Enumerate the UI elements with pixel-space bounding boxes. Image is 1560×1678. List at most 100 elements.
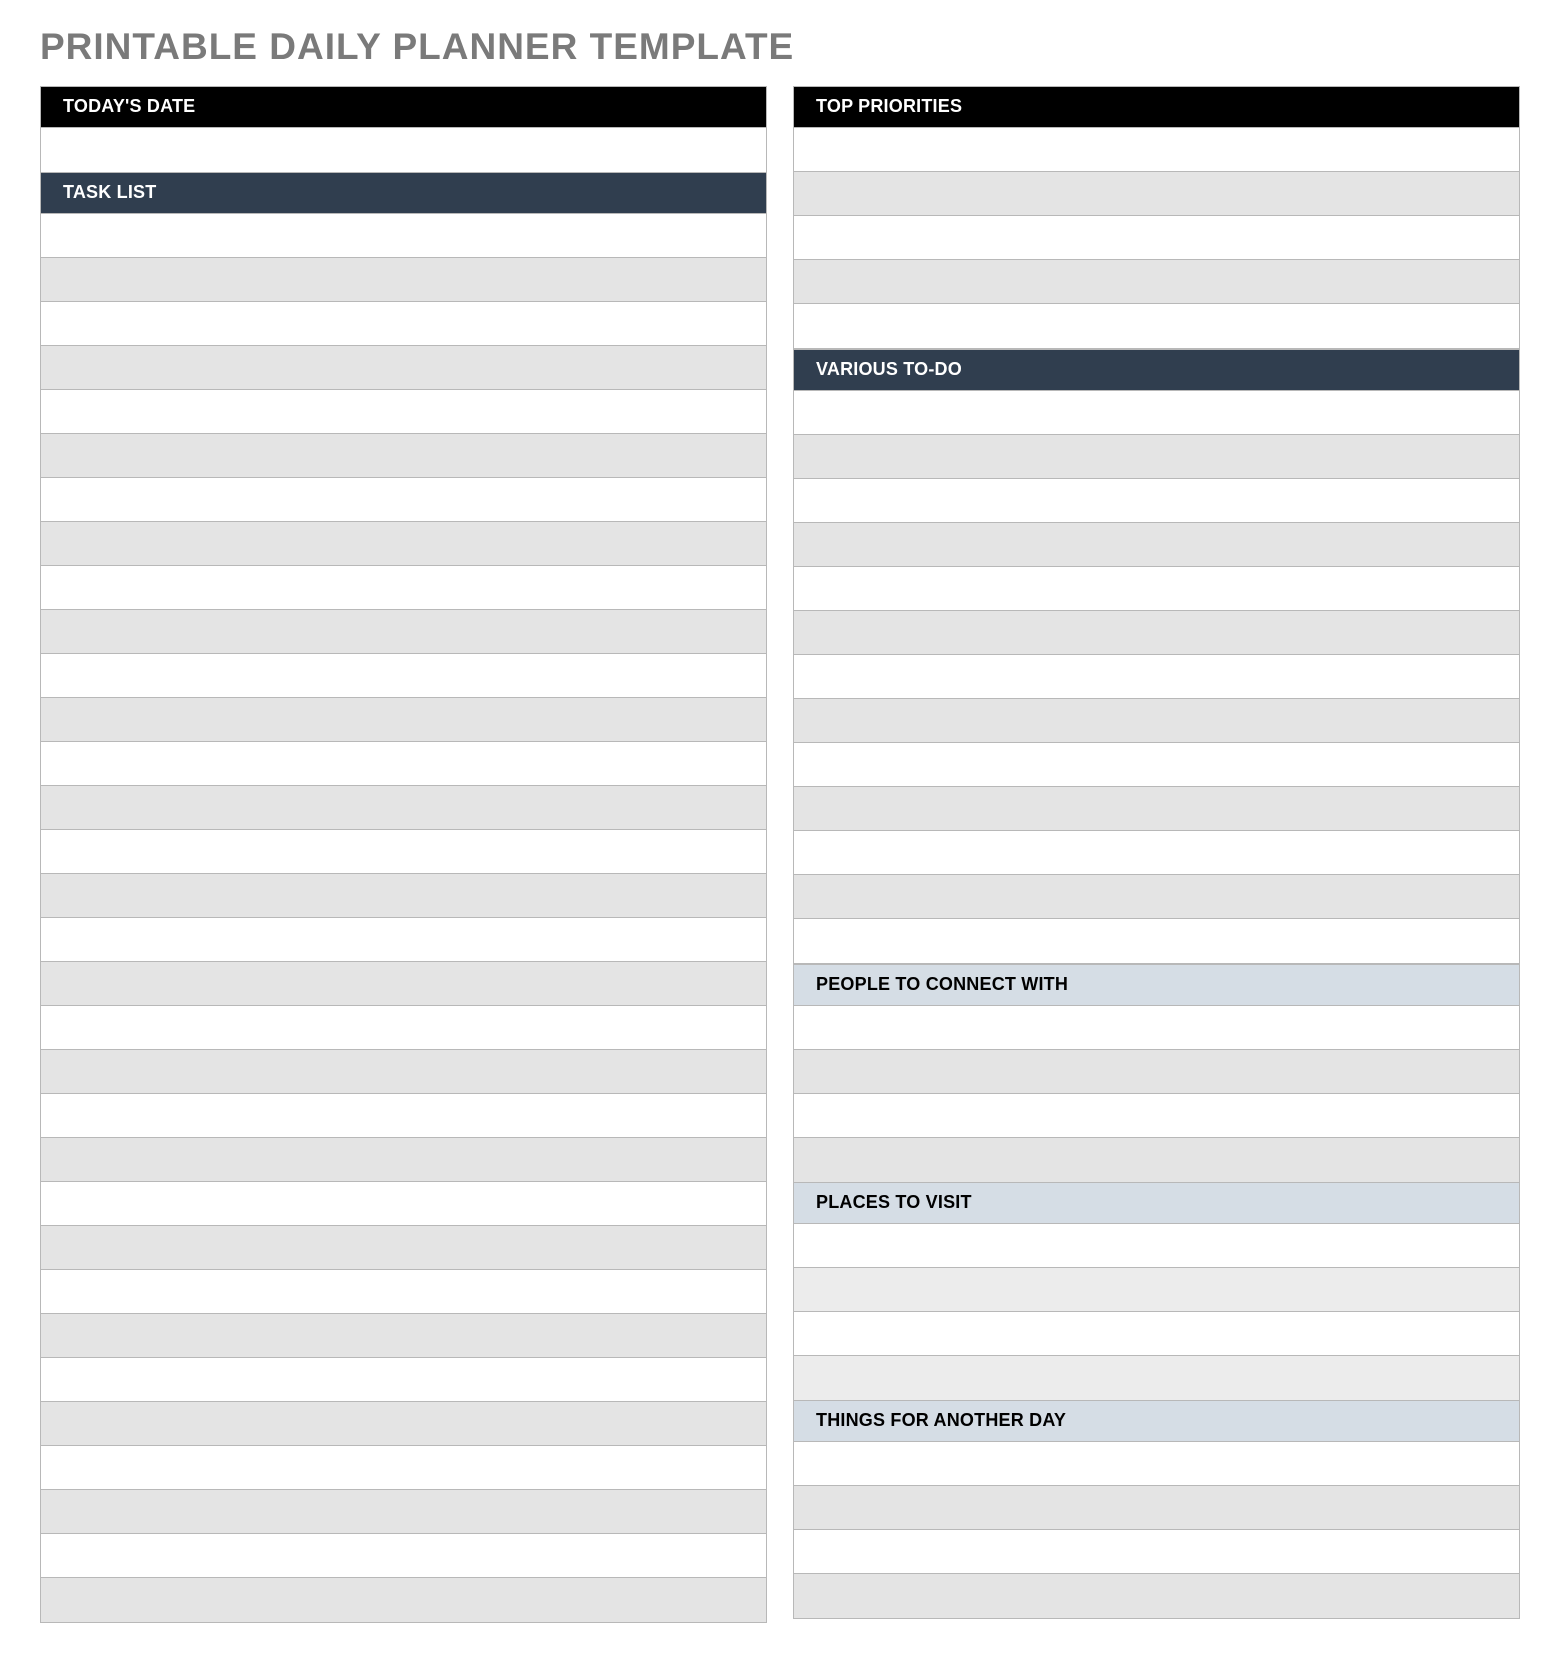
task-list-row — [41, 1270, 766, 1314]
top-priorities-input[interactable] — [812, 172, 1501, 215]
things-another-day-row — [794, 1530, 1519, 1574]
various-todo-row — [794, 831, 1519, 875]
places-visit-row — [794, 1268, 1519, 1312]
places-visit-header: PLACES TO VISIT — [794, 1183, 1519, 1224]
things-another-day-input[interactable] — [812, 1530, 1501, 1573]
task-list-input[interactable] — [59, 1490, 748, 1533]
various-todo-input[interactable] — [812, 655, 1501, 698]
task-list-input[interactable] — [59, 1094, 748, 1137]
various-todo-input[interactable] — [812, 391, 1501, 434]
various-todo-input[interactable] — [812, 479, 1501, 522]
task-list-input[interactable] — [59, 698, 748, 741]
people-connect-row — [794, 1006, 1519, 1050]
task-list-input[interactable] — [59, 214, 748, 257]
task-list-input[interactable] — [59, 1270, 748, 1313]
task-list-row — [41, 654, 766, 698]
people-connect-input[interactable] — [812, 1006, 1501, 1049]
people-connect-input[interactable] — [812, 1094, 1501, 1137]
task-list-input[interactable] — [59, 1138, 748, 1181]
todays-date-input[interactable] — [59, 128, 748, 172]
task-list-input[interactable] — [59, 610, 748, 653]
task-list-row — [41, 1358, 766, 1402]
task-list-row — [41, 214, 766, 258]
places-visit-input[interactable] — [812, 1224, 1501, 1267]
task-list-input[interactable] — [59, 1578, 748, 1622]
task-list-input[interactable] — [59, 1006, 748, 1049]
various-todo-input[interactable] — [812, 435, 1501, 478]
top-priorities-row — [794, 128, 1519, 172]
things-another-day-row — [794, 1574, 1519, 1618]
task-list-header: TASK LIST — [41, 173, 766, 214]
people-connect-row — [794, 1138, 1519, 1182]
people-connect-row — [794, 1094, 1519, 1138]
task-list-input[interactable] — [59, 1314, 748, 1357]
task-list-input[interactable] — [59, 1446, 748, 1489]
various-todo-input[interactable] — [812, 611, 1501, 654]
task-list-input[interactable] — [59, 566, 748, 609]
task-list-row — [41, 1050, 766, 1094]
various-todo-input[interactable] — [812, 567, 1501, 610]
places-visit-row — [794, 1312, 1519, 1356]
various-todo-input[interactable] — [812, 787, 1501, 830]
task-list-input[interactable] — [59, 874, 748, 917]
top-priorities-input[interactable] — [812, 260, 1501, 303]
places-visit-input[interactable] — [812, 1356, 1501, 1400]
top-priorities-input[interactable] — [812, 216, 1501, 259]
task-list-input[interactable] — [59, 1358, 748, 1401]
various-todo-input[interactable] — [812, 875, 1501, 918]
people-connect-input[interactable] — [812, 1050, 1501, 1093]
task-list-input[interactable] — [59, 1226, 748, 1269]
various-todo-input[interactable] — [812, 743, 1501, 786]
things-another-day-input[interactable] — [812, 1442, 1501, 1485]
task-list-block: TASK LIST — [40, 173, 767, 1623]
task-list-row — [41, 566, 766, 610]
task-list-input[interactable] — [59, 654, 748, 697]
various-todo-input[interactable] — [812, 523, 1501, 566]
task-list-input[interactable] — [59, 390, 748, 433]
task-list-row — [41, 522, 766, 566]
places-visit-rows — [794, 1224, 1519, 1400]
people-connect-input[interactable] — [812, 1138, 1501, 1182]
various-todo-row — [794, 919, 1519, 963]
things-another-day-header: THINGS FOR ANOTHER DAY — [794, 1401, 1519, 1442]
various-todo-input[interactable] — [812, 831, 1501, 874]
task-list-input[interactable] — [59, 786, 748, 829]
task-list-row — [41, 962, 766, 1006]
top-priorities-header: TOP PRIORITIES — [794, 87, 1519, 128]
task-list-row — [41, 434, 766, 478]
various-todo-input[interactable] — [812, 699, 1501, 742]
various-todo-row — [794, 787, 1519, 831]
places-visit-input[interactable] — [812, 1312, 1501, 1355]
task-list-input[interactable] — [59, 258, 748, 301]
top-priorities-input[interactable] — [812, 128, 1501, 171]
task-list-input[interactable] — [59, 522, 748, 565]
task-list-input[interactable] — [59, 302, 748, 345]
task-list-input[interactable] — [59, 830, 748, 873]
places-visit-input[interactable] — [812, 1268, 1501, 1311]
various-todo-input[interactable] — [812, 919, 1501, 963]
things-another-day-input[interactable] — [812, 1574, 1501, 1618]
things-another-day-input[interactable] — [812, 1486, 1501, 1529]
task-list-input[interactable] — [59, 1402, 748, 1445]
right-column: TOP PRIORITIES VARIOUS TO-DO PEOPLE TO C… — [793, 86, 1520, 1623]
task-list-input[interactable] — [59, 1182, 748, 1225]
task-list-input[interactable] — [59, 346, 748, 389]
task-list-row — [41, 258, 766, 302]
task-list-row — [41, 302, 766, 346]
task-list-row — [41, 1534, 766, 1578]
various-todo-row — [794, 479, 1519, 523]
task-list-input[interactable] — [59, 434, 748, 477]
things-another-day-rows — [794, 1442, 1519, 1618]
various-todo-row — [794, 875, 1519, 919]
top-priorities-input[interactable] — [812, 304, 1501, 348]
task-list-input[interactable] — [59, 1050, 748, 1093]
task-list-input[interactable] — [59, 1534, 748, 1577]
planner-page: PRINTABLE DAILY PLANNER TEMPLATE TODAY'S… — [0, 0, 1560, 1663]
people-connect-block: PEOPLE TO CONNECT WITH — [793, 964, 1520, 1183]
task-list-row — [41, 1094, 766, 1138]
task-list-input[interactable] — [59, 478, 748, 521]
task-list-input[interactable] — [59, 962, 748, 1005]
task-list-input[interactable] — [59, 918, 748, 961]
task-list-row — [41, 1578, 766, 1622]
task-list-input[interactable] — [59, 742, 748, 785]
